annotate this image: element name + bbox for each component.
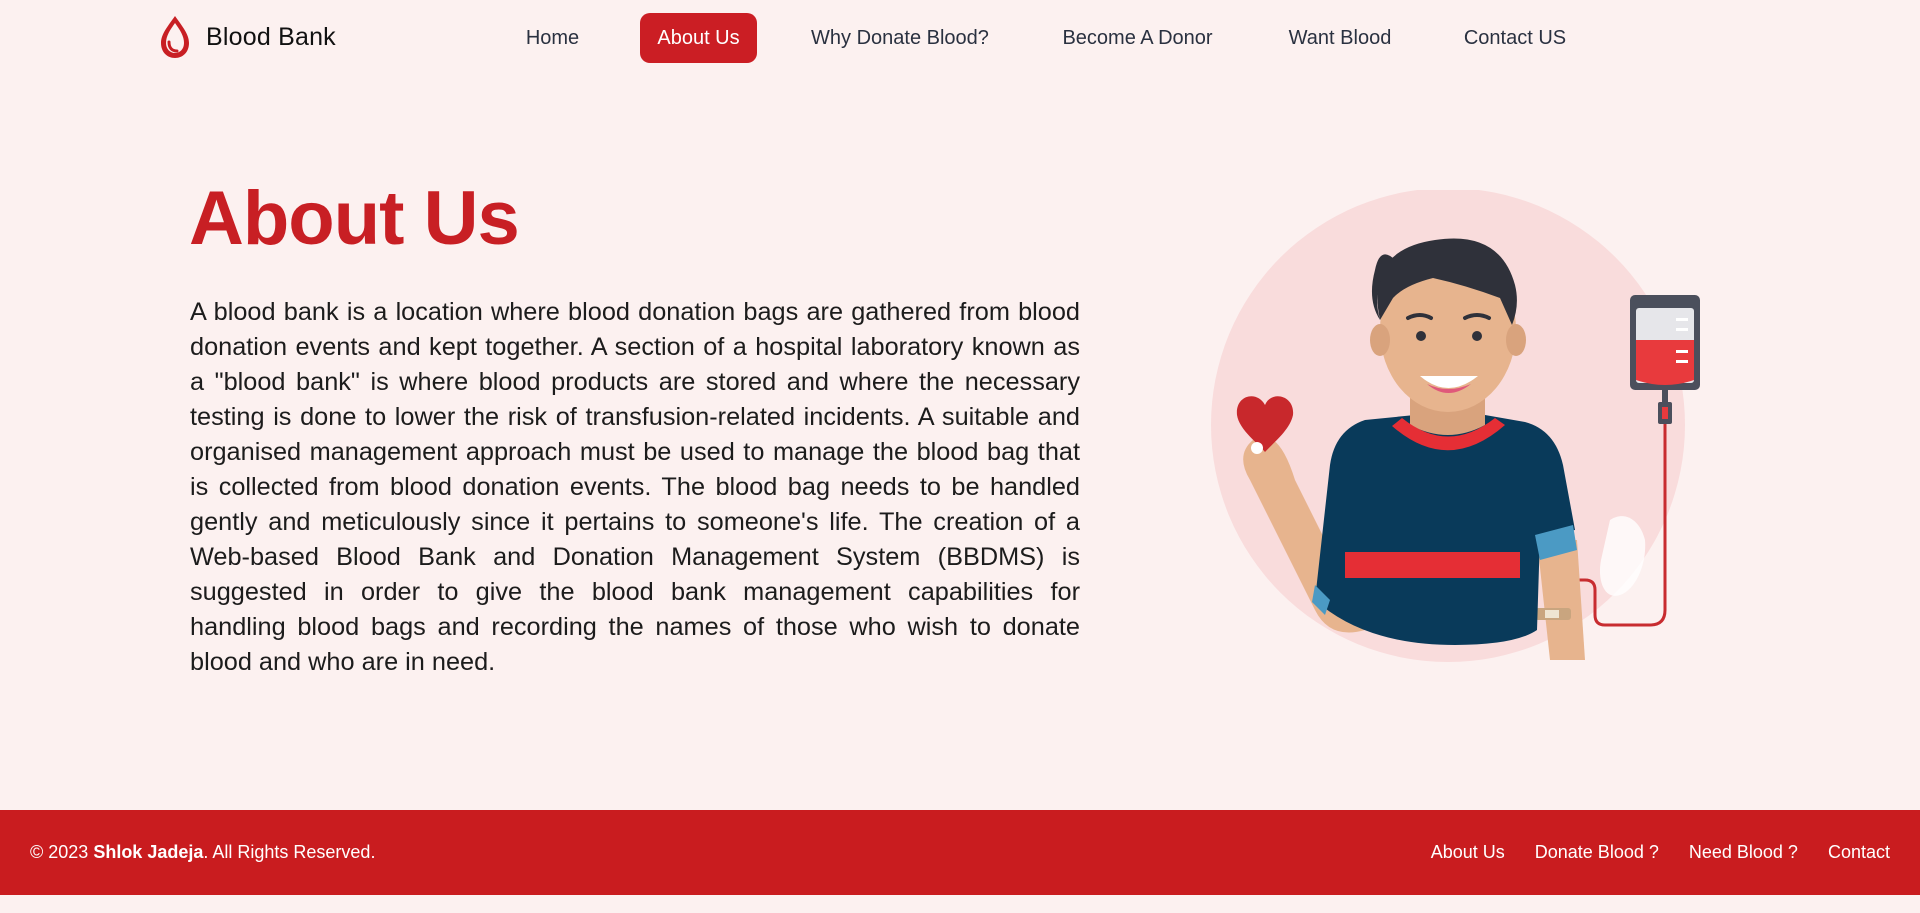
- blood-donor-illustration: [1211, 190, 1700, 662]
- footer-nav: About Us Donate Blood ? Need Blood ? Con…: [1431, 810, 1890, 895]
- copyright-prefix: © 2023: [30, 842, 94, 862]
- nav-item-become-a-donor[interactable]: Become A Donor: [1050, 13, 1225, 63]
- nav-item-want-blood[interactable]: Want Blood: [1270, 13, 1410, 63]
- copyright-suffix: . All Rights Reserved.: [203, 842, 376, 862]
- footer-link-donate-blood[interactable]: Donate Blood ?: [1535, 842, 1659, 863]
- brand-name: Blood Bank: [206, 22, 336, 51]
- blood-drop-icon: [161, 16, 189, 58]
- page-title: About Us: [189, 176, 520, 261]
- about-paragraph: A blood bank is a location where blood d…: [190, 298, 1080, 676]
- nav-item-why-donate-blood[interactable]: Why Donate Blood?: [800, 13, 1000, 63]
- footer-link-contact[interactable]: Contact: [1828, 842, 1890, 863]
- copyright-author: Shlok Jadeja: [93, 842, 204, 862]
- nav-item-about-us[interactable]: About Us: [640, 13, 757, 63]
- footer-link-about-us[interactable]: About Us: [1431, 842, 1505, 863]
- nav-item-contact-us[interactable]: Contact US: [1450, 13, 1580, 63]
- footer: © 2023 Shlok Jadeja. All Rights Reserved…: [0, 810, 1920, 895]
- brand-logo-link[interactable]: Blood Bank: [158, 14, 336, 60]
- copyright-text: © 2023 Shlok Jadeja. All Rights Reserved…: [30, 810, 375, 895]
- nav-item-home[interactable]: Home: [510, 13, 595, 63]
- navbar: Blood Bank Home About Us Why Donate Bloo…: [0, 0, 1920, 78]
- footer-link-need-blood[interactable]: Need Blood ?: [1689, 842, 1798, 863]
